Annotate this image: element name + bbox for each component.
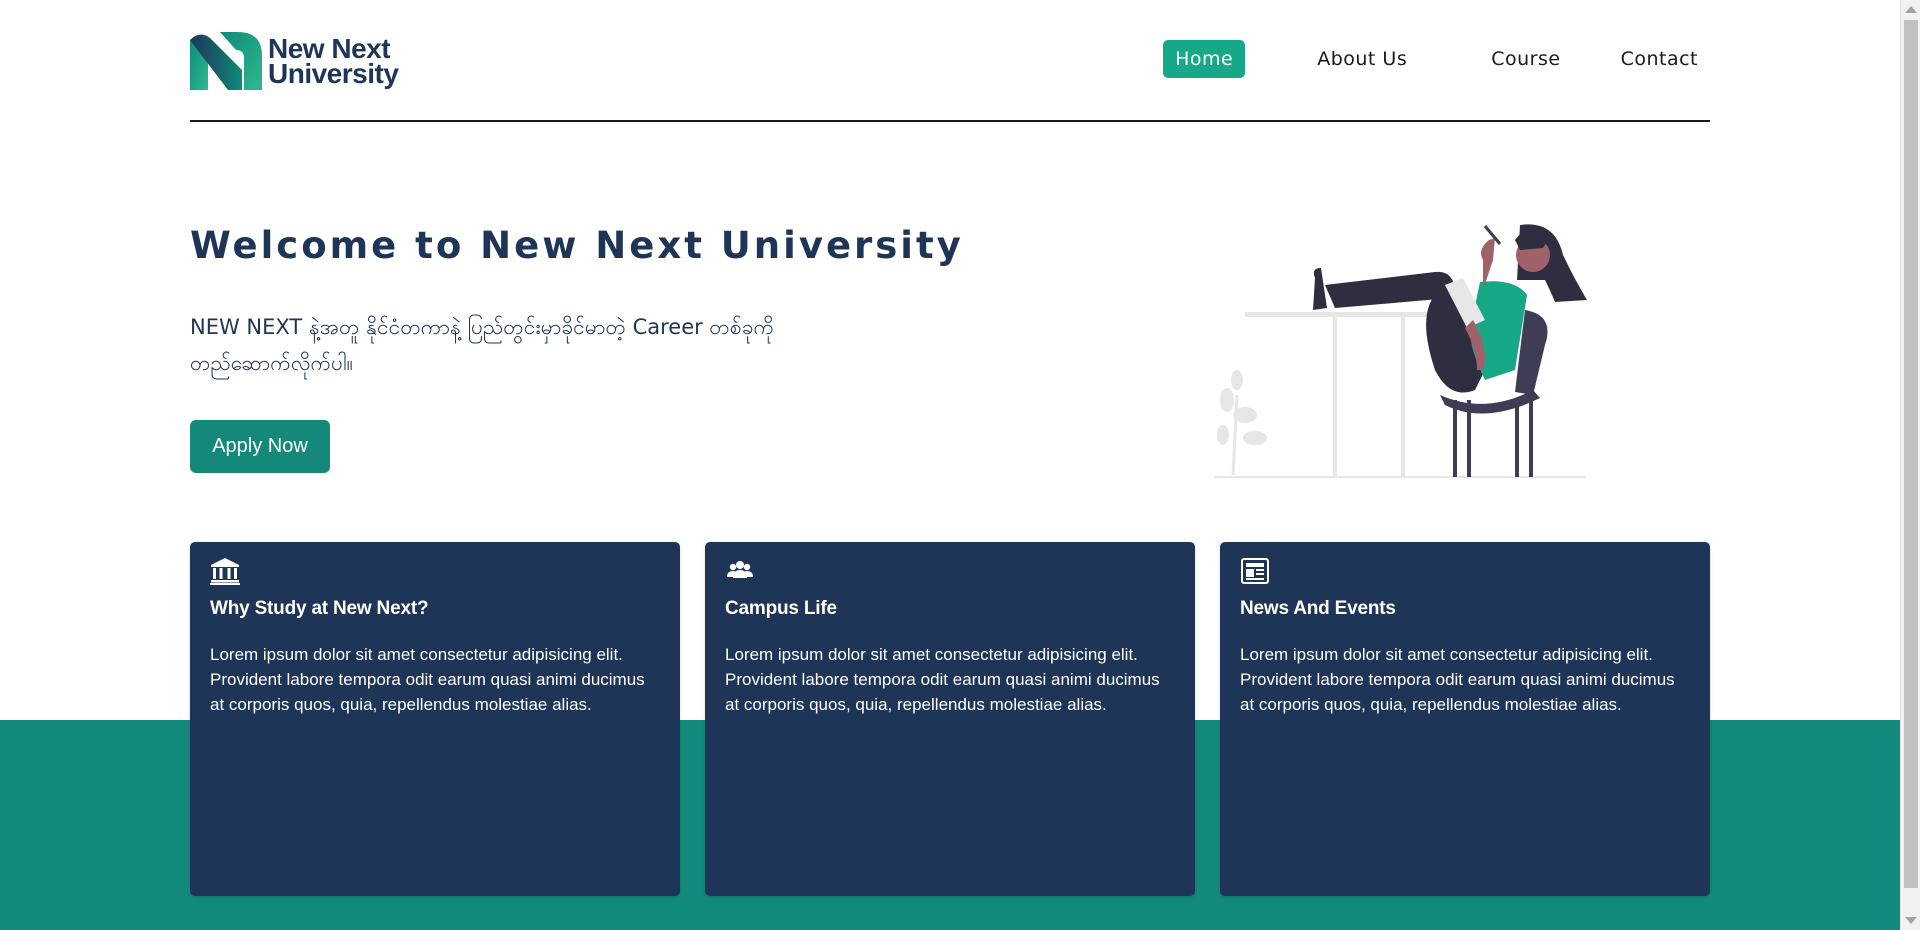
hero-title: Welcome to New Next University xyxy=(190,224,964,267)
scroll-down-arrow-icon[interactable] xyxy=(1905,917,1917,924)
plant-icon xyxy=(1217,370,1267,476)
card-title: Why Study at New Next? xyxy=(210,598,429,619)
card-title: News And Events xyxy=(1240,598,1396,619)
newspaper-icon xyxy=(1241,558,1269,584)
card-body: Lorem ipsum dolor sit amet consectetur a… xyxy=(210,645,645,714)
student-illustration xyxy=(1215,224,1587,478)
site-header: New Next University Home About Us Course… xyxy=(190,0,1710,122)
university-icon xyxy=(210,558,240,585)
apply-now-button[interactable]: Apply Now xyxy=(190,420,330,473)
nav-about-us[interactable]: About Us xyxy=(1305,40,1419,78)
nav-home[interactable]: Home xyxy=(1163,40,1246,78)
logo-text: New Next University xyxy=(268,35,399,89)
main-nav: Home About Us Course Contact xyxy=(1163,40,1710,78)
card-campus-life[interactable]: Campus Life Lorem ipsum dolor sit amet c… xyxy=(705,542,1195,896)
card-body: Lorem ipsum dolor sit amet consectetur a… xyxy=(725,645,1160,714)
feature-cards: Why Study at New Next? Lorem ipsum dolor… xyxy=(190,542,1710,896)
hero-subtitle: NEW NEXT နဲ့အတူ နိုင်ငံတကာနဲ့ ပြည်တွင်းမ… xyxy=(190,315,775,375)
page: New Next University Home About Us Course… xyxy=(0,0,1900,930)
site-logo[interactable]: New Next University xyxy=(190,30,399,92)
logo-line-2: University xyxy=(268,58,399,89)
vertical-scrollbar[interactable] xyxy=(1900,0,1920,930)
card-news-events[interactable]: News And Events Lorem ipsum dolor sit am… xyxy=(1220,542,1710,896)
nav-contact[interactable]: Contact xyxy=(1609,40,1710,78)
users-icon xyxy=(727,561,753,578)
card-body: Lorem ipsum dolor sit amet consectetur a… xyxy=(1240,645,1675,714)
card-title: Campus Life xyxy=(725,598,837,619)
scroll-up-arrow-icon[interactable] xyxy=(1905,6,1917,13)
nav-course[interactable]: Course xyxy=(1479,40,1572,78)
card-why-study[interactable]: Why Study at New Next? Lorem ipsum dolor… xyxy=(190,542,680,896)
logo-mark-icon xyxy=(190,32,262,90)
scrollbar-thumb[interactable] xyxy=(1904,20,1918,888)
